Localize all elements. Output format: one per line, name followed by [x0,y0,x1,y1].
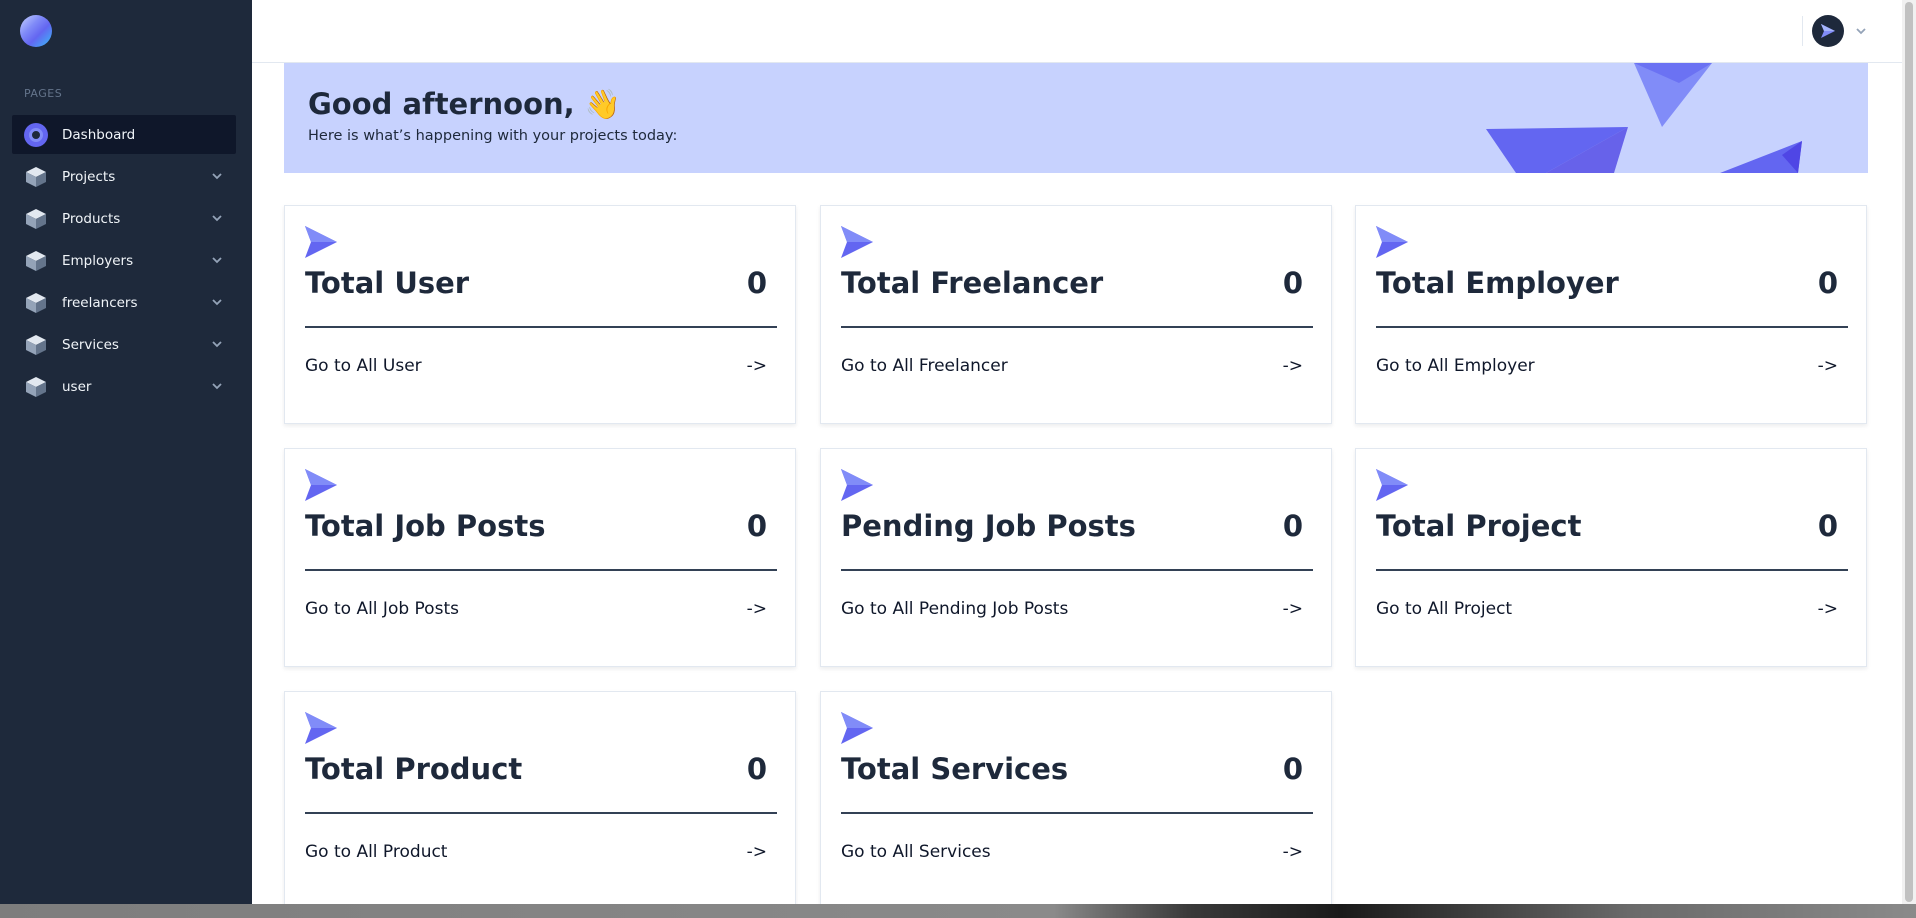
bottom-strip [0,904,1916,918]
card-link[interactable]: Go to All Pending Job Posts [841,599,1068,619]
card-divider [1376,326,1848,328]
sidebar-section-label: PAGES [24,87,63,100]
card-link[interactable]: Go to All Services [841,842,991,862]
chevron-down-icon[interactable] [1855,25,1867,37]
welcome-banner: Good afternoon, 👋 Here is what’s happeni… [284,63,1868,173]
card-arrow[interactable]: -> [1283,356,1303,376]
paper-plane-icon [305,469,337,501]
chevron-down-icon [212,173,222,180]
cube-icon [24,291,48,315]
sidebar-item-label: freelancers [62,294,138,311]
card-arrow[interactable]: -> [1818,599,1838,619]
card-divider [841,326,1313,328]
chevron-down-icon [212,383,222,390]
logo[interactable] [20,15,52,47]
top-header [252,0,1902,63]
stat-card-total-project: Total Project 0 Go to All Project -> [1355,448,1867,667]
chevron-down-icon [212,299,222,306]
card-divider [1376,569,1848,571]
card-link[interactable]: Go to All User [305,356,422,376]
card-value: 0 [1817,266,1838,300]
chevron-down-icon [212,341,222,348]
card-arrow[interactable]: -> [1818,356,1838,376]
card-link[interactable]: Go to All Freelancer [841,356,1008,376]
paper-plane-icon [1376,469,1408,501]
stat-card-total-services: Total Services 0 Go to All Services -> [820,691,1332,910]
cube-icon [24,249,48,273]
card-value: 0 [1282,509,1303,543]
card-title: Total Job Posts [305,509,546,543]
sidebar-item-label: Services [62,336,119,353]
stat-card-pending-job-posts: Pending Job Posts 0 Go to All Pending Jo… [820,448,1332,667]
card-value: 0 [1282,752,1303,786]
paper-plane-icon [305,226,337,258]
cube-icon [24,375,48,399]
sidebar-item-employers[interactable]: Employers [12,241,236,280]
card-link[interactable]: Go to All Employer [1376,356,1535,376]
sidebar-item-label: user [62,378,92,395]
card-divider [841,812,1313,814]
chevron-down-icon [212,257,222,264]
card-link[interactable]: Go to All Job Posts [305,599,459,619]
card-value: 0 [746,752,767,786]
card-link[interactable]: Go to All Project [1376,599,1512,619]
sidebar-item-label: Dashboard [62,126,136,143]
card-title: Total Freelancer [841,266,1104,300]
chevron-down-icon [212,215,222,222]
card-title: Total Project [1376,509,1582,543]
stat-card-total-user: Total User 0 Go to All User -> [284,205,796,424]
card-value: 0 [746,509,767,543]
paper-plane-icon [841,712,873,744]
sidebar-item-dashboard[interactable]: Dashboard [12,115,236,154]
paper-plane-icon [305,712,337,744]
card-title: Total Employer [1376,266,1619,300]
card-arrow[interactable]: -> [1283,842,1303,862]
card-divider [305,326,777,328]
cube-icon [24,207,48,231]
cube-icon [24,333,48,357]
sidebar-item-products[interactable]: Products [12,199,236,238]
paper-plane-icon [841,226,873,258]
card-divider [305,569,777,571]
card-value: 0 [746,266,767,300]
header-divider [1802,16,1803,46]
greeting-subtitle: Here is what’s happening with your proje… [308,128,678,144]
paper-plane-icon [1821,24,1835,38]
card-arrow[interactable]: -> [747,842,767,862]
card-value: 0 [1817,509,1838,543]
vertical-scrollbar[interactable] [1902,0,1916,904]
card-title: Total Product [305,752,523,786]
paper-plane-icon [1376,226,1408,258]
stat-card-total-job-posts: Total Job Posts 0 Go to All Job Posts -> [284,448,796,667]
card-divider [305,812,777,814]
card-arrow[interactable]: -> [747,356,767,376]
card-arrow[interactable]: -> [1283,599,1303,619]
sidebar-item-services[interactable]: Services [12,325,236,364]
card-arrow[interactable]: -> [747,599,767,619]
card-value: 0 [1282,266,1303,300]
card-title: Total Services [841,752,1069,786]
sidebar: PAGES Dashboard Projects Products Employ… [0,0,252,904]
sidebar-item-label: Projects [62,168,116,185]
stat-card-total-employer: Total Employer 0 Go to All Employer -> [1355,205,1867,424]
card-link[interactable]: Go to All Product [305,842,447,862]
stat-card-total-freelancer: Total Freelancer 0 Go to All Freelancer … [820,205,1332,424]
card-divider [841,569,1313,571]
paper-plane-icon [841,469,873,501]
stat-card-total-product: Total Product 0 Go to All Product -> [284,691,796,910]
sidebar-item-projects[interactable]: Projects [12,157,236,196]
card-title: Total User [305,266,470,300]
card-title: Pending Job Posts [841,509,1136,543]
scrollbar-thumb[interactable] [1905,2,1913,902]
sidebar-item-user[interactable]: user [12,367,236,406]
cube-icon [24,165,48,189]
sidebar-nav: Dashboard Projects Products Employers fr… [12,115,236,409]
greeting-title: Good afternoon, 👋 [308,87,621,121]
sidebar-item-label: Employers [62,252,134,269]
sidebar-item-label: Products [62,210,121,227]
dashboard-icon [24,122,48,147]
avatar[interactable] [1812,15,1844,47]
sidebar-item-freelancers[interactable]: freelancers [12,283,236,322]
